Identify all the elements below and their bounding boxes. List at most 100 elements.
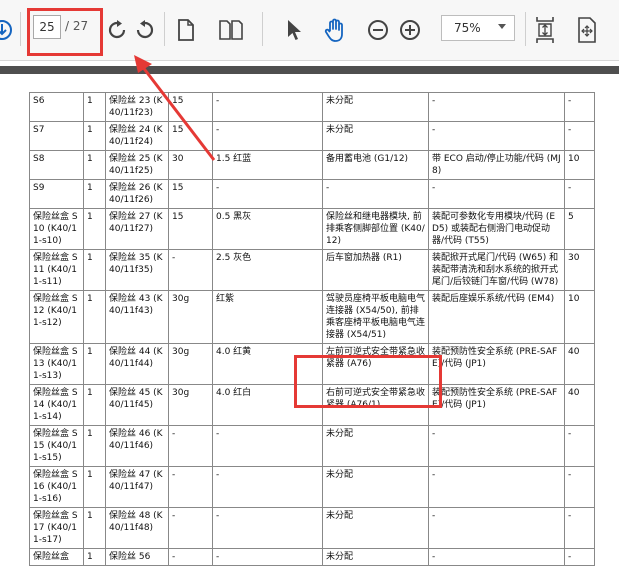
table-cell: - [428, 466, 565, 508]
rotate-clockwise-button[interactable] [104, 0, 130, 60]
toolbar-separator [164, 12, 165, 46]
table-cell: - [564, 92, 595, 122]
table-cell: 备用蓄电池 (G1/12) [322, 150, 429, 180]
table-cell: 15 [168, 92, 213, 122]
table-cell: 保险丝 23 (K40/11f23) [105, 92, 169, 122]
table-cell: - [168, 548, 213, 566]
table-cell: 1 [83, 343, 106, 385]
select-pointer-icon [288, 20, 301, 40]
table-row: S9 1 保险丝 26 (K40/11f26) 15- - - - [29, 179, 595, 209]
table-cell: - [212, 425, 323, 467]
table-cell: 40 [564, 384, 595, 426]
chevron-down-icon [498, 24, 506, 29]
table-cell: - [322, 179, 429, 209]
current-page-value: 25 [39, 20, 55, 34]
table-cell: - [564, 466, 595, 508]
table-cell: - [428, 179, 565, 209]
table-cell: - [564, 179, 595, 209]
rotate-counterclockwise-button[interactable] [132, 0, 158, 60]
two-page-icon [219, 20, 243, 40]
table-cell: 30 [564, 249, 595, 291]
table-cell: 4.0 红白 [212, 384, 323, 426]
table-cell: 装配预防性安全系统 (PRE-SAFE)/代码 (JP1) [428, 384, 565, 426]
table-cell: 未分配 [322, 92, 429, 122]
table-row: S7 1 保险丝 24 (K40/11f24) 15- 未分配 - - [29, 121, 595, 151]
select-tool-button[interactable] [282, 0, 306, 60]
table-cell: 右前可逆式安全带紧急收紧器 (A76/1) [322, 384, 429, 426]
table-cell: 30 [168, 150, 213, 180]
table-cell: 未分配 [322, 121, 429, 151]
table-cell: 装配掀开式尾门/代码 (W65) 和装配带清洗和刮水系统的掀开式尾门/后铰链门车… [428, 249, 565, 291]
zoom-out-button[interactable] [366, 0, 390, 60]
table-row: S8 1 保险丝 25 (K40/11f25) 30 1.5 红蓝 备用蓄电池 (G1/1… [29, 150, 595, 180]
download-button[interactable] [0, 0, 14, 60]
hand-tool-button[interactable] [320, 0, 350, 60]
table-cell: - [564, 548, 595, 566]
table-cell: 带 ECO 启动/停止功能/代码 (MJ8) [428, 150, 565, 180]
table-row: 保险丝盒 S14 (K40/11-s14) 1 保险丝 45 (K40/11f45)… [29, 384, 595, 426]
zoom-in-icon [400, 20, 420, 40]
table-cell: - [564, 121, 595, 151]
toolbar-separator [262, 12, 263, 46]
fit-width-button[interactable] [574, 0, 600, 60]
table-cell: 1 [83, 384, 106, 426]
table-cell: 保险丝 48 (K40/11f48) [105, 507, 169, 549]
table-cell: 保险丝 46 (K40/11f46) [105, 425, 169, 467]
fuse-table: S6 1 保险丝 23 (K40/11f23) 15- 未分配 - - S7 1 保险丝 24 (… [29, 92, 595, 566]
single-page-view-button[interactable] [174, 0, 198, 60]
table-cell: 未分配 [322, 507, 429, 549]
table-cell: 左前可逆式安全带紧急收紧器 (A76) [322, 343, 429, 385]
table-cell: 1 [83, 179, 106, 209]
table-cell: 1 [83, 466, 106, 508]
zoom-level-select[interactable]: 75% [441, 15, 515, 41]
table-cell: - [212, 466, 323, 508]
document-viewport[interactable]: S6 1 保险丝 23 (K40/11f23) 15- 未分配 - - S7 1 保险丝 24 (… [0, 74, 619, 574]
table-row: 保险丝盒 S17 (K40/11-s17) 1 保险丝 48 (K40/11f48)… [29, 507, 595, 549]
table-cell: 保险丝 24 (K40/11f24) [105, 121, 169, 151]
toolbar-separator [525, 12, 526, 46]
table-cell: 驾驶员座椅平板电脑电气连接器 (X54/50), 前排乘客座椅平板电脑电气连接器… [322, 290, 429, 344]
table-cell: S8 [29, 150, 84, 180]
table-row: 保险丝盒 1 保险丝 56- - 未分配 - - [29, 548, 595, 566]
page-number-input[interactable]: 25 [33, 15, 61, 39]
table-row: 保险丝盒 S10 (K40/11-s10) 1 保险丝 27 (K40/11f27)… [29, 208, 595, 250]
table-row: 保险丝盒 S15 (K40/11-s15) 1 保险丝 46 (K40/11f46)… [29, 425, 595, 467]
table-cell: - [564, 507, 595, 549]
toolbar-separator [20, 12, 21, 46]
table-cell: 后车窗加热器 (R1) [322, 249, 429, 291]
table-row: 保险丝盒 S13 (K40/11-s13) 1 保险丝 44 (K40/11f44)… [29, 343, 595, 385]
table-row: S6 1 保险丝 23 (K40/11f23) 15- 未分配 - - [29, 92, 595, 122]
table-cell: 1 [83, 425, 106, 467]
fuse-table-body: S6 1 保险丝 23 (K40/11f23) 15- 未分配 - - S7 1 保险丝 24 (… [29, 92, 595, 566]
two-page-view-button[interactable] [218, 0, 244, 60]
table-cell: - [212, 548, 323, 566]
pdf-toolbar: 25 / 27 75% [0, 0, 619, 61]
download-icon [0, 20, 12, 40]
table-cell: 未分配 [322, 466, 429, 508]
fit-page-button[interactable] [532, 0, 558, 60]
table-row: 保险丝盒 S12 (K40/11-s12) 1 保险丝 43 (K40/11f43)… [29, 290, 595, 344]
table-cell: 4.0 红黄 [212, 343, 323, 385]
table-cell: - [428, 121, 565, 151]
table-cell: 5 [564, 208, 595, 250]
table-cell: 30g [168, 384, 213, 426]
table-cell: 保险丝 56 [105, 548, 169, 566]
table-cell: 保险丝盒 S17 (K40/11-s17) [29, 507, 84, 549]
table-cell: - [428, 548, 565, 566]
page-top-border [0, 66, 619, 74]
table-cell: 0.5 黑灰 [212, 208, 323, 250]
table-cell: 保险丝 47 (K40/11f47) [105, 466, 169, 508]
rotate-clockwise-icon [108, 20, 126, 39]
zoom-in-button[interactable] [398, 0, 422, 60]
table-cell: 2.5 灰色 [212, 249, 323, 291]
table-cell: 保险丝 45 (K40/11f45) [105, 384, 169, 426]
table-cell: 保险丝盒 S11 (K40/11-s11) [29, 249, 84, 291]
table-cell: 保险丝盒 S15 (K40/11-s15) [29, 425, 84, 467]
table-cell: - [428, 92, 565, 122]
table-cell: - [168, 249, 213, 291]
table-cell: 保险丝盒 [29, 548, 84, 566]
table-cell: 红紫 [212, 290, 323, 344]
table-cell: 1.5 红蓝 [212, 150, 323, 180]
table-cell: 1 [83, 249, 106, 291]
table-cell: 10 [564, 290, 595, 344]
